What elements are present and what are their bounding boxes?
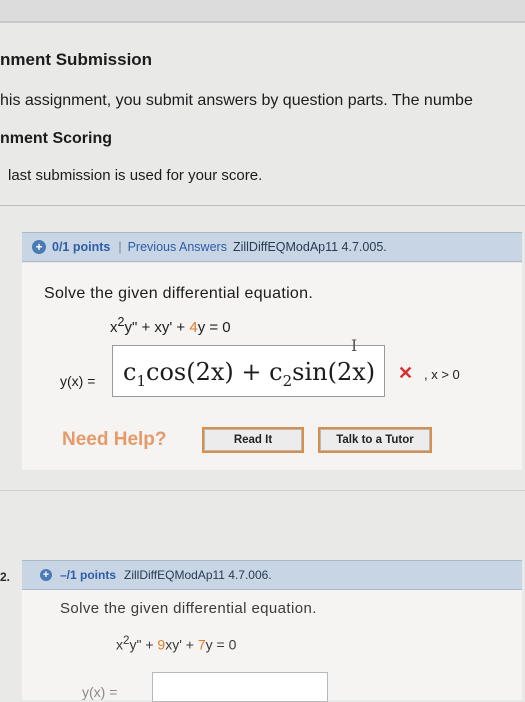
domain-condition: , x > 0 (424, 367, 460, 382)
top-divider (0, 21, 525, 23)
talk-to-tutor-button[interactable]: Talk to a Tutor (318, 427, 432, 453)
question-1-equation: x2y" + xy' + 4y = 0 (110, 315, 231, 336)
section-divider (0, 205, 525, 206)
incorrect-x-icon: ✕ (398, 363, 414, 383)
scoring-text: last submission is used for your score. (8, 167, 263, 184)
assignment-scoring-title: nment Scoring (0, 130, 113, 147)
expand-plus-icon[interactable]: + (40, 569, 52, 581)
question-1-points: 0/1 points (52, 240, 111, 254)
question-2-number: 2. (0, 570, 11, 584)
question-2-equation: x2y" + 9xy' + 7y = 0 (116, 634, 237, 653)
top-strip (0, 0, 525, 22)
question-2-code: ZillDiffEQModAp11 4.7.006. (124, 568, 272, 582)
question-2-points: –/1 points (60, 568, 117, 582)
expand-plus-icon[interactable]: + (32, 240, 46, 254)
answer-input[interactable]: c1cos(2x) + c2sin(2x) (112, 345, 385, 397)
question-2-prompt: Solve the given differential equation. (60, 600, 317, 617)
question-2-header: + –/1 points ZillDiffEQModAp11 4.7.006. (22, 560, 522, 590)
read-it-button[interactable]: Read It (202, 427, 304, 453)
question-1-body: Solve the given differential equation. x… (22, 263, 522, 470)
question-2-body: Solve the given differential equation. x… (22, 590, 522, 702)
answer-label: y(x) = (82, 684, 118, 700)
assignment-submission-title: nment Submission (0, 50, 153, 69)
answer-label: y(x) = (60, 373, 96, 389)
answer-input[interactable] (152, 672, 328, 702)
header-separator: | (118, 240, 122, 254)
question-divider (0, 490, 525, 491)
text-cursor-icon: I (351, 336, 358, 355)
need-help-label: Need Help? (62, 429, 167, 450)
previous-answers-link[interactable]: Previous Answers (128, 240, 227, 254)
question-1-prompt: Solve the given differential equation. (44, 285, 314, 302)
submission-notice: his assignment, you submit answers by qu… (0, 92, 473, 109)
question-1-code: ZillDiffEQModAp11 4.7.005. (232, 240, 387, 254)
question-1-header: + 0/1 points | Previous Answers ZillDiff… (22, 232, 522, 262)
